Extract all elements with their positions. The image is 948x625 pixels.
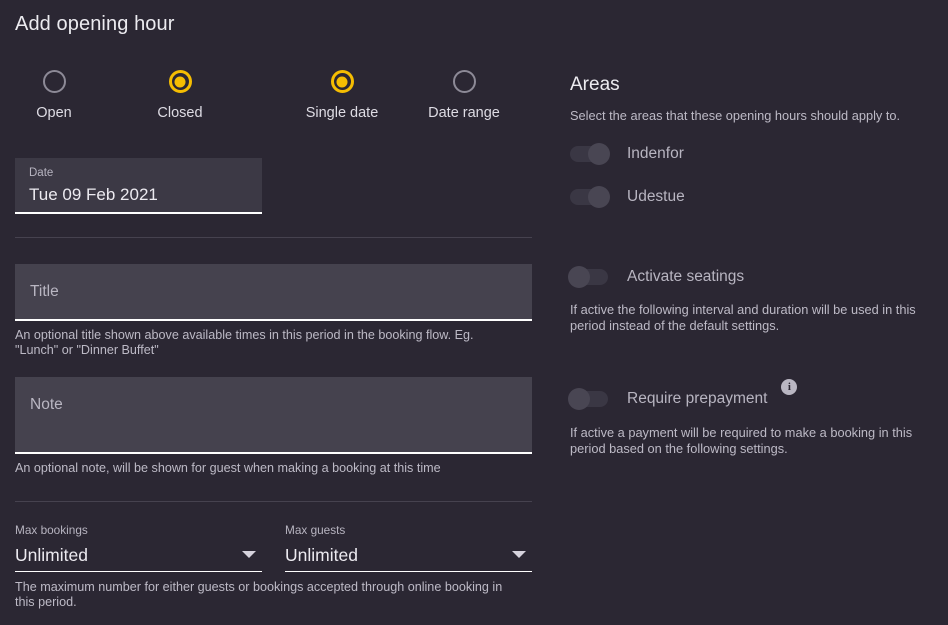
divider-left-top: [15, 237, 532, 238]
radio-option-open[interactable]: Open: [14, 70, 94, 122]
areas-section-subtitle: Select the areas that these opening hour…: [570, 108, 901, 123]
max-guests-label: Max guests: [285, 523, 346, 537]
toggle-row-require-prepayment[interactable]: Require prepayment i: [568, 379, 798, 412]
toggle-knob: [588, 186, 610, 208]
toggle-knob: [568, 388, 590, 410]
radio-option-closed-label: Closed: [157, 105, 203, 121]
toggle-knob: [568, 266, 590, 288]
max-helper-text: The maximum number for either guests or …: [15, 580, 503, 609]
radio-option-closed[interactable]: Closed: [132, 70, 228, 122]
date-field-value: Tue 09 Feb 2021: [29, 185, 158, 204]
max-guests-control[interactable]: Unlimited: [285, 542, 532, 572]
divider-left-bottom: [15, 501, 532, 502]
chevron-down-icon[interactable]: [242, 551, 256, 558]
date-field-caption: Date: [29, 167, 54, 179]
activate-seatings-description: If active the following interval and dur…: [570, 302, 916, 333]
toggle-activate-seatings-switch[interactable]: [568, 266, 608, 288]
radio-option-open-label: Open: [36, 105, 72, 121]
info-icon[interactable]: i: [781, 379, 798, 395]
add-opening-hour-screen: Add opening hour Open Closed Single date…: [0, 0, 948, 625]
title-input-placeholder: Title: [30, 283, 59, 300]
right-settings-panel: Areas Select the areas that these openin…: [548, 0, 948, 625]
note-input-placeholder: Note: [30, 396, 63, 413]
title-helper-text: An optional title shown above available …: [15, 328, 474, 357]
toggle-activate-seatings-label: Activate seatings: [627, 268, 745, 285]
radio-option-date-range[interactable]: Date range: [408, 70, 520, 122]
note-helper-text: An optional note, will be shown for gues…: [15, 461, 441, 475]
radio-closed-icon[interactable]: [168, 70, 192, 93]
radio-date-range-icon[interactable]: [452, 70, 476, 93]
areas-section-title: Areas: [570, 74, 620, 95]
toggle-row-indenfor[interactable]: Indenfor: [570, 141, 684, 167]
max-guests-select[interactable]: Max guests Unlimited: [285, 523, 532, 572]
chevron-down-icon[interactable]: [512, 551, 526, 558]
note-input[interactable]: Note: [15, 377, 532, 454]
radio-option-single-date-label: Single date: [305, 105, 379, 121]
max-bookings-control[interactable]: Unlimited: [15, 542, 262, 572]
toggle-indenfor-label: Indenfor: [627, 145, 684, 162]
mode-radio-group: Open Closed Single date Date range: [0, 70, 548, 136]
left-form-panel: Open Closed Single date Date range Date …: [0, 0, 548, 625]
toggle-row-udestue[interactable]: Udestue: [570, 184, 685, 210]
toggle-indenfor-switch[interactable]: [570, 143, 610, 165]
radio-open-icon[interactable]: [42, 70, 66, 93]
toggle-udestue-label: Udestue: [627, 188, 685, 205]
max-bookings-select[interactable]: Max bookings Unlimited: [15, 523, 262, 572]
radio-option-date-range-label: Date range: [428, 105, 500, 121]
toggle-require-prepayment-label: Require prepayment: [627, 390, 768, 407]
toggle-require-prepayment-switch[interactable]: [568, 388, 608, 410]
max-bookings-label: Max bookings: [15, 523, 88, 537]
max-bookings-value: Unlimited: [15, 545, 88, 565]
toggle-knob: [588, 143, 610, 165]
radio-option-single-date[interactable]: Single date: [284, 70, 400, 122]
title-input[interactable]: Title: [15, 264, 532, 321]
toggle-row-activate-seatings[interactable]: Activate seatings: [568, 264, 745, 290]
date-field[interactable]: Date Tue 09 Feb 2021: [15, 158, 262, 214]
require-prepayment-description: If active a payment will be required to …: [570, 425, 913, 456]
radio-single-date-icon[interactable]: [330, 70, 354, 93]
max-guests-value: Unlimited: [285, 545, 358, 565]
toggle-udestue-switch[interactable]: [570, 186, 610, 208]
